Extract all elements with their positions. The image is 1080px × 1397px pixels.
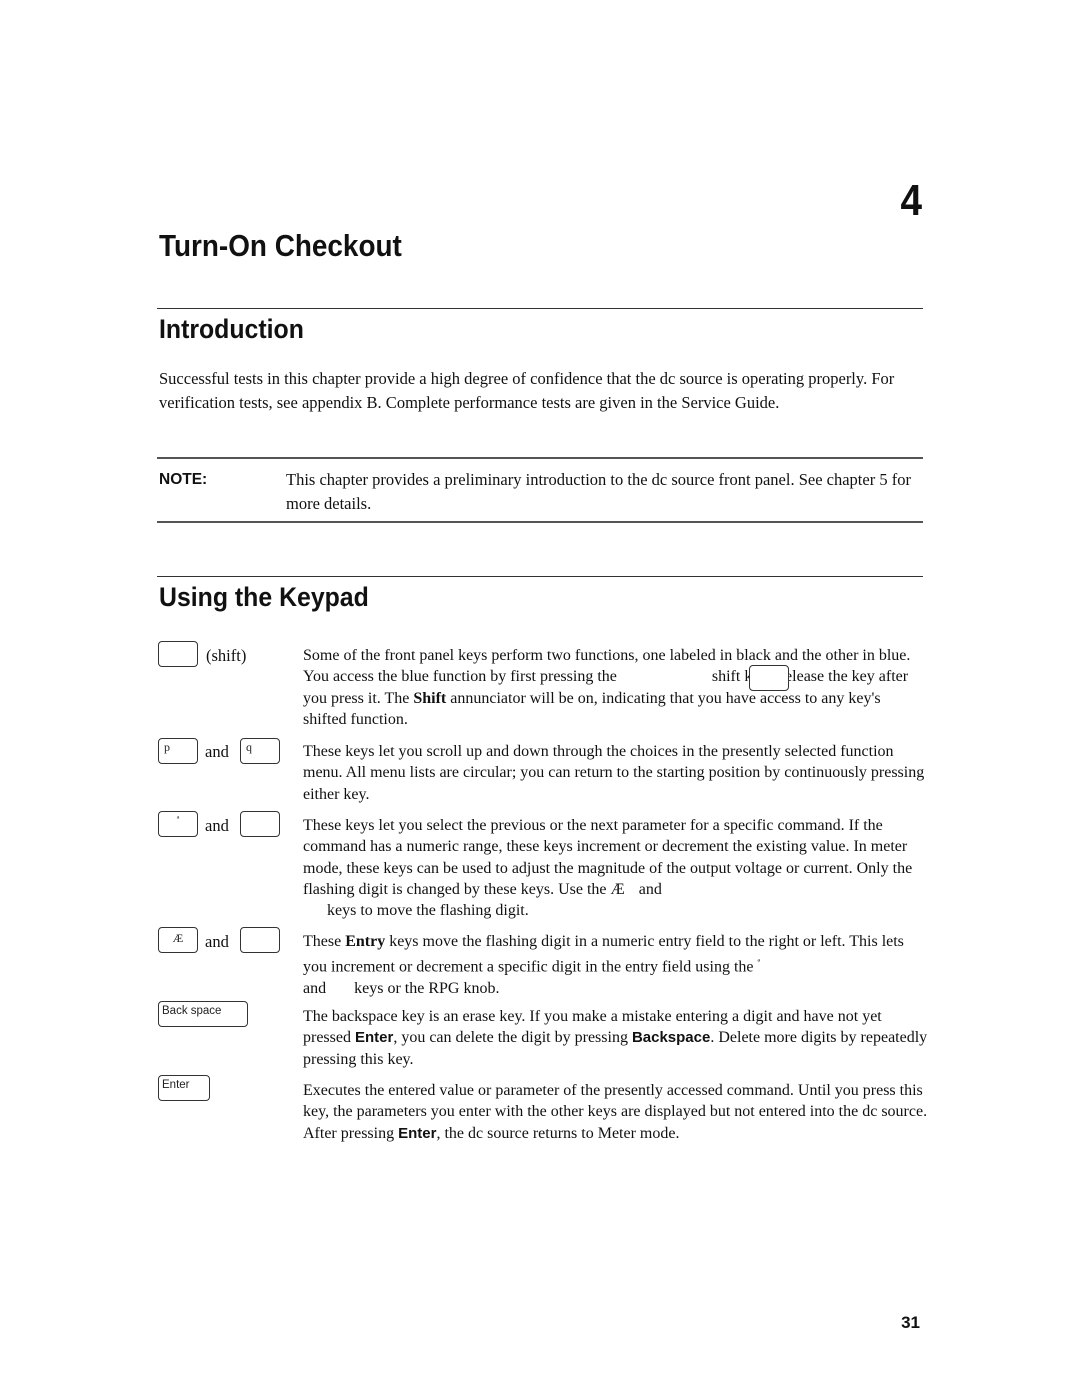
up-arrow-icon: p	[164, 740, 170, 754]
section-divider	[157, 308, 923, 309]
chapter-title: Turn-On Checkout	[159, 228, 402, 263]
entry-left-icon: Æ	[610, 880, 625, 898]
parameter-keys-description: These keys let you select the previous o…	[303, 817, 913, 920]
scroll-keys-description: These keys let you scroll up and down th…	[303, 743, 925, 803]
enter-description: Executes the entered value or parameter …	[303, 1082, 928, 1142]
up-arrow-key: p	[158, 738, 198, 764]
note-bottom-rule	[157, 521, 923, 523]
and-connector: and	[205, 932, 229, 951]
page-number: 31	[901, 1313, 920, 1332]
entry-left-icon: Æ	[172, 931, 184, 945]
keypad-heading: Using the Keypad	[159, 582, 369, 612]
right-arrow-key	[240, 811, 280, 837]
left-arrow-key: ª	[158, 811, 198, 837]
entry-right-key	[240, 927, 280, 953]
and-connector: and	[205, 816, 229, 835]
backspace-key-label: Back space	[162, 1005, 222, 1017]
left-arrow-icon: ª	[757, 957, 760, 968]
note-text: This chapter provides a preliminary intr…	[286, 470, 911, 513]
shift-key	[158, 641, 198, 667]
chapter-number: 4	[900, 176, 922, 225]
down-arrow-icon: q	[246, 740, 252, 754]
left-arrow-icon: ª	[176, 814, 180, 824]
introduction-body: Successful tests in this chapter provide…	[159, 369, 895, 412]
inline-shift-key-icon	[749, 665, 789, 691]
backspace-description: The backspace key is an erase key. If yo…	[303, 1008, 928, 1068]
introduction-heading: Introduction	[159, 314, 304, 344]
note-label: NOTE:	[159, 471, 208, 488]
note-top-rule	[157, 457, 923, 459]
enter-key-label: Enter	[162, 1079, 190, 1091]
shift-description: Some of the front panel keys perform two…	[303, 647, 911, 728]
shift-caption: (shift)	[206, 646, 247, 665]
and-connector: and	[205, 742, 229, 761]
enter-key: Enter	[158, 1075, 210, 1101]
section-divider	[157, 576, 923, 577]
entry-keys-description: These Entry keys move the flashing digit…	[303, 933, 904, 997]
down-arrow-key: q	[240, 738, 280, 764]
backspace-key: Back space	[158, 1001, 248, 1027]
entry-left-key: Æ	[158, 927, 198, 953]
